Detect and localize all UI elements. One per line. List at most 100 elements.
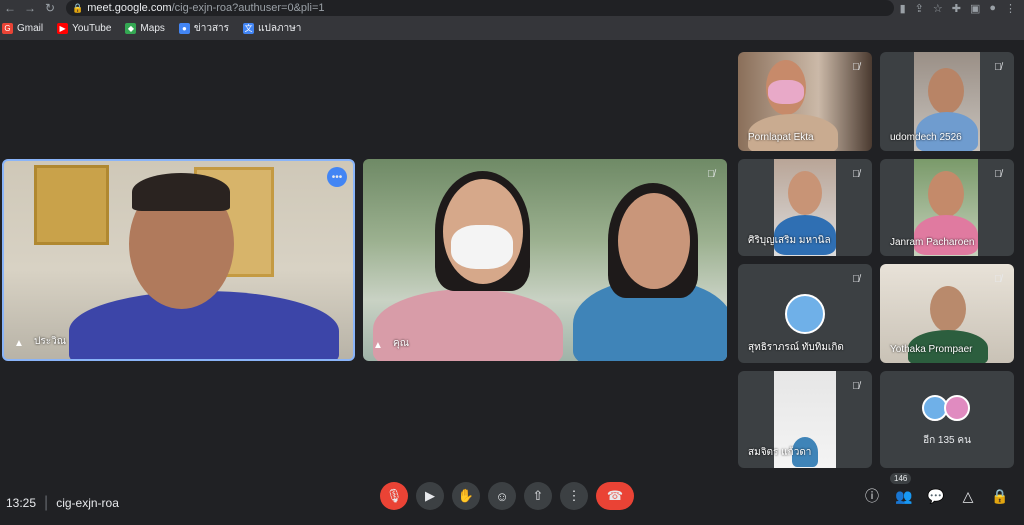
leave-call-button[interactable]: ☎: [596, 482, 634, 510]
lock-person-icon: 🔒: [991, 487, 1009, 504]
video-tile-participant[interactable]: 🎙̸ ศิริบุญเสริม มหานิล: [738, 159, 872, 256]
shapes-icon: △: [962, 487, 974, 504]
divider: |: [44, 493, 49, 511]
share-icon[interactable]: ⇪: [915, 2, 924, 15]
video-tile-participant[interactable]: 🎙̸ udomdech 2526: [880, 52, 1014, 151]
video-tile-speaker[interactable]: ••• ▲ ประวิณ: [2, 159, 355, 361]
participant-name: ศิริบุญเสริม มหานิล: [748, 235, 831, 246]
participant-head: [928, 68, 964, 114]
video-tile-participant[interactable]: 🎙̸ Pornlapat Ekta: [738, 52, 872, 151]
meeting-stage: ••• ▲ ประวิณ 🎙̸ ▲ คุณ 🎙̸ Pornlapat Ekta …: [0, 40, 1024, 480]
translate-icon: 文: [243, 22, 255, 34]
mic-on-icon: ▲: [373, 340, 383, 351]
bookmarks-bar: G Gmail ▶ YouTube ◆ Maps ● ข่าวสาร 文แปลภาษา: [0, 16, 1024, 40]
meeting-details-button[interactable]: ⓘ: [862, 486, 882, 506]
hand-icon: ✋: [457, 488, 475, 503]
participant-name: Janram Pacharoen: [890, 237, 975, 248]
gmail-icon: G: [2, 22, 13, 34]
bookmark-maps[interactable]: ◆ Maps: [125, 22, 165, 34]
sidepanel-icon[interactable]: ▣: [970, 2, 980, 15]
menu-icon[interactable]: ⋮: [1005, 2, 1016, 15]
phone-hangup-icon: ☎: [606, 488, 624, 503]
video-tile-participant[interactable]: 🎙̸ Yothaka Prompaer: [880, 264, 1014, 363]
present-icon: ⇧: [532, 488, 544, 503]
face-mask: [768, 80, 804, 104]
people-button[interactable]: 146 👥: [890, 473, 914, 506]
forward-icon[interactable]: →: [20, 1, 40, 15]
face-mask: [451, 225, 513, 269]
mic-off-icon: 🎙̸: [994, 62, 1002, 73]
participant-head: [930, 286, 966, 332]
avatar: [785, 294, 825, 334]
participant-name: Pornlapat Ekta: [748, 132, 814, 143]
call-controls: 🎙 ▶ ✋ ☺ ⇧ ⋮ ☎: [380, 482, 634, 510]
participant-name: ประวิณ: [34, 336, 66, 347]
participant-head: [788, 171, 822, 215]
bookmark-translate[interactable]: 文แปลภาษา: [243, 21, 301, 36]
camera-indicator-icon[interactable]: ▮: [900, 2, 906, 15]
more-options-button[interactable]: ⋮: [560, 482, 588, 510]
mic-off-icon: 🎙̸: [994, 274, 1002, 285]
video-tile-participant[interactable]: 🎙̸ สมจิตร แก้วดา: [738, 371, 872, 468]
bookmark-news[interactable]: ● ข่าวสาร: [178, 21, 230, 36]
mic-off-icon: 🎙̸: [852, 274, 860, 285]
wall-picture: [34, 165, 109, 245]
others-tile[interactable]: อีก 135 คน: [880, 371, 1014, 468]
lock-icon: 🔒: [72, 2, 84, 13]
address-bar[interactable]: 🔒 meet.google.com/cig-exjn-roa?authuser=…: [66, 0, 894, 16]
bookmark-label: YouTube: [72, 22, 112, 34]
participant-body: [914, 215, 978, 255]
more-options-button[interactable]: •••: [327, 167, 347, 187]
reload-icon[interactable]: ↻: [40, 1, 60, 15]
reactions-button[interactable]: ☺: [488, 482, 516, 510]
participant-head: [618, 193, 690, 289]
profile-avatar[interactable]: ●: [989, 2, 996, 15]
info-icon: ⓘ: [865, 488, 879, 504]
meeting-time: 13:25: [6, 495, 37, 510]
bookmark-label: Maps: [140, 22, 165, 34]
extensions-icon[interactable]: ✚: [952, 2, 961, 15]
others-count: อีก 135 คน: [923, 435, 971, 446]
raise-hand-button[interactable]: ✋: [452, 482, 480, 510]
camera-toggle-button[interactable]: ▶: [416, 482, 444, 510]
mic-off-icon: 🎙̸: [852, 381, 860, 392]
activities-button[interactable]: △: [958, 486, 978, 506]
bookmark-label: แปลภาษา: [258, 22, 302, 34]
people-icon: 👥: [895, 487, 913, 504]
participant-hair: [132, 173, 230, 211]
maps-icon: ◆: [125, 22, 137, 34]
more-vert-icon: ⋮: [567, 488, 581, 503]
mic-toggle-button[interactable]: 🎙: [380, 482, 408, 510]
url-domain: meet.google.com: [87, 2, 172, 14]
participant-name: สมจิตร แก้วดา: [748, 447, 812, 458]
video-tile-participant[interactable]: 🎙̸ Janram Pacharoen: [880, 159, 1014, 256]
back-icon[interactable]: ←: [0, 1, 20, 15]
news-icon: ●: [178, 22, 190, 34]
participant-name: udomdech 2526: [890, 132, 962, 143]
mic-off-icon: 🎙̸: [994, 169, 1002, 180]
participant-name: Yothaka Prompaer: [890, 344, 973, 355]
video-tile-self[interactable]: 🎙̸ ▲ คุณ: [363, 159, 727, 361]
participant-name: สุทธิราภรณ์ ทับทิมเกิด: [748, 342, 844, 353]
bookmark-youtube[interactable]: ▶ YouTube: [57, 22, 112, 34]
video-tile-participant[interactable]: 🎙̸ สุทธิราภรณ์ ทับทิมเกิด: [738, 264, 872, 363]
mic-off-icon: 🎙̸: [707, 169, 715, 180]
chat-button[interactable]: 💬: [926, 486, 946, 506]
mic-off-icon: 🎙̸: [852, 169, 860, 180]
meeting-controls-bar: 13:25 | cig-exjn-roa 🎙 ▶ ✋ ☺ ⇧ ⋮ ☎ ⓘ 146…: [0, 473, 1024, 525]
participant-count-badge: 146: [890, 473, 912, 484]
mic-off-icon: 🎙: [385, 488, 403, 503]
bookmark-star-icon[interactable]: ☆: [933, 2, 943, 15]
camera-icon: ▶: [425, 488, 435, 503]
bookmark-label: ข่าวสาร: [193, 22, 230, 34]
side-panel-controls: ⓘ 146 👥 💬 △ 🔒: [862, 473, 1010, 506]
mic-on-icon: ▲: [14, 338, 24, 349]
youtube-icon: ▶: [57, 22, 69, 34]
bookmark-label: Gmail: [17, 22, 44, 34]
host-controls-button[interactable]: 🔒: [990, 486, 1010, 506]
address-row: ← → ↻ 🔒 meet.google.com/cig-exjn-roa?aut…: [0, 0, 1024, 16]
bookmark-gmail[interactable]: G Gmail: [2, 22, 44, 34]
meeting-code: cig-exjn-roa: [56, 495, 119, 510]
browser-chrome: ← → ↻ 🔒 meet.google.com/cig-exjn-roa?aut…: [0, 0, 1024, 40]
present-button[interactable]: ⇧: [524, 482, 552, 510]
